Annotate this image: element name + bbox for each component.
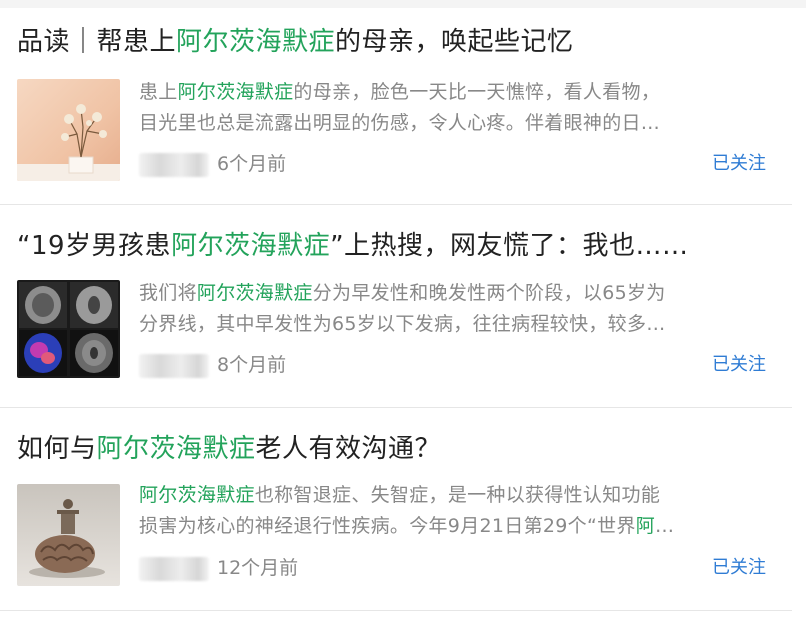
article-meta: 8个月前 xyxy=(139,351,286,379)
article-title[interactable]: 品读｜帮患上阿尔茨海默症的母亲，唤起些记忆 xyxy=(17,24,574,60)
followed-button[interactable]: 已关注 xyxy=(712,554,766,582)
article-item[interactable]: 如何与阿尔茨海默症老人有效沟通？ 阿尔茨海默症也称智退症、失智症，是一种以获得性… xyxy=(0,407,792,611)
publish-time: 8个月前 xyxy=(217,354,287,376)
followed-button[interactable]: 已关注 xyxy=(712,351,766,379)
brain-scan-photo-icon[interactable] xyxy=(17,280,120,378)
author-name-blurred xyxy=(139,152,209,177)
article-snippet: 我们将阿尔茨海默症分为早发性和晚发性两个阶段，以65岁为 分界线，其中早发性为6… xyxy=(139,282,666,335)
publish-time: 12个月前 xyxy=(217,557,299,579)
article-snippet: 患上阿尔茨海默症的母亲，脸色一天比一天憔悴，看人看物， 目光里也总是流露出明显的… xyxy=(139,81,661,134)
article-item[interactable]: 品读｜帮患上阿尔茨海默症的母亲，唤起些记忆 患上阿尔茨海默症的母亲，脸色一天比一… xyxy=(0,8,792,205)
article-item[interactable]: “19岁男孩患阿尔茨海默症”上热搜，网友慌了：我也…… 我们将阿尔茨海默症分为早… xyxy=(0,204,792,408)
article-feed: 品读｜帮患上阿尔茨海默症的母亲，唤起些记忆 患上阿尔茨海默症的母亲，脸色一天比一… xyxy=(0,0,806,618)
top-divider xyxy=(0,0,806,8)
article-title[interactable]: “19岁男孩患阿尔茨海默症”上热搜，网友慌了：我也…… xyxy=(17,228,689,264)
author-name-blurred xyxy=(139,556,209,581)
author-name-blurred xyxy=(139,353,209,378)
article-meta: 6个月前 xyxy=(139,150,286,178)
article-title[interactable]: 如何与阿尔茨海默症老人有效沟通？ xyxy=(17,431,441,467)
dried-flower-photo-icon[interactable] xyxy=(17,79,120,181)
brain-sculpture-photo-icon[interactable] xyxy=(17,484,120,586)
followed-button[interactable]: 已关注 xyxy=(712,150,766,178)
publish-time: 6个月前 xyxy=(217,153,287,175)
article-snippet: 阿尔茨海默症也称智退症、失智症，是一种以获得性认知功能 损害为核心的神经退行性疾… xyxy=(139,484,675,537)
article-meta: 12个月前 xyxy=(139,554,298,582)
